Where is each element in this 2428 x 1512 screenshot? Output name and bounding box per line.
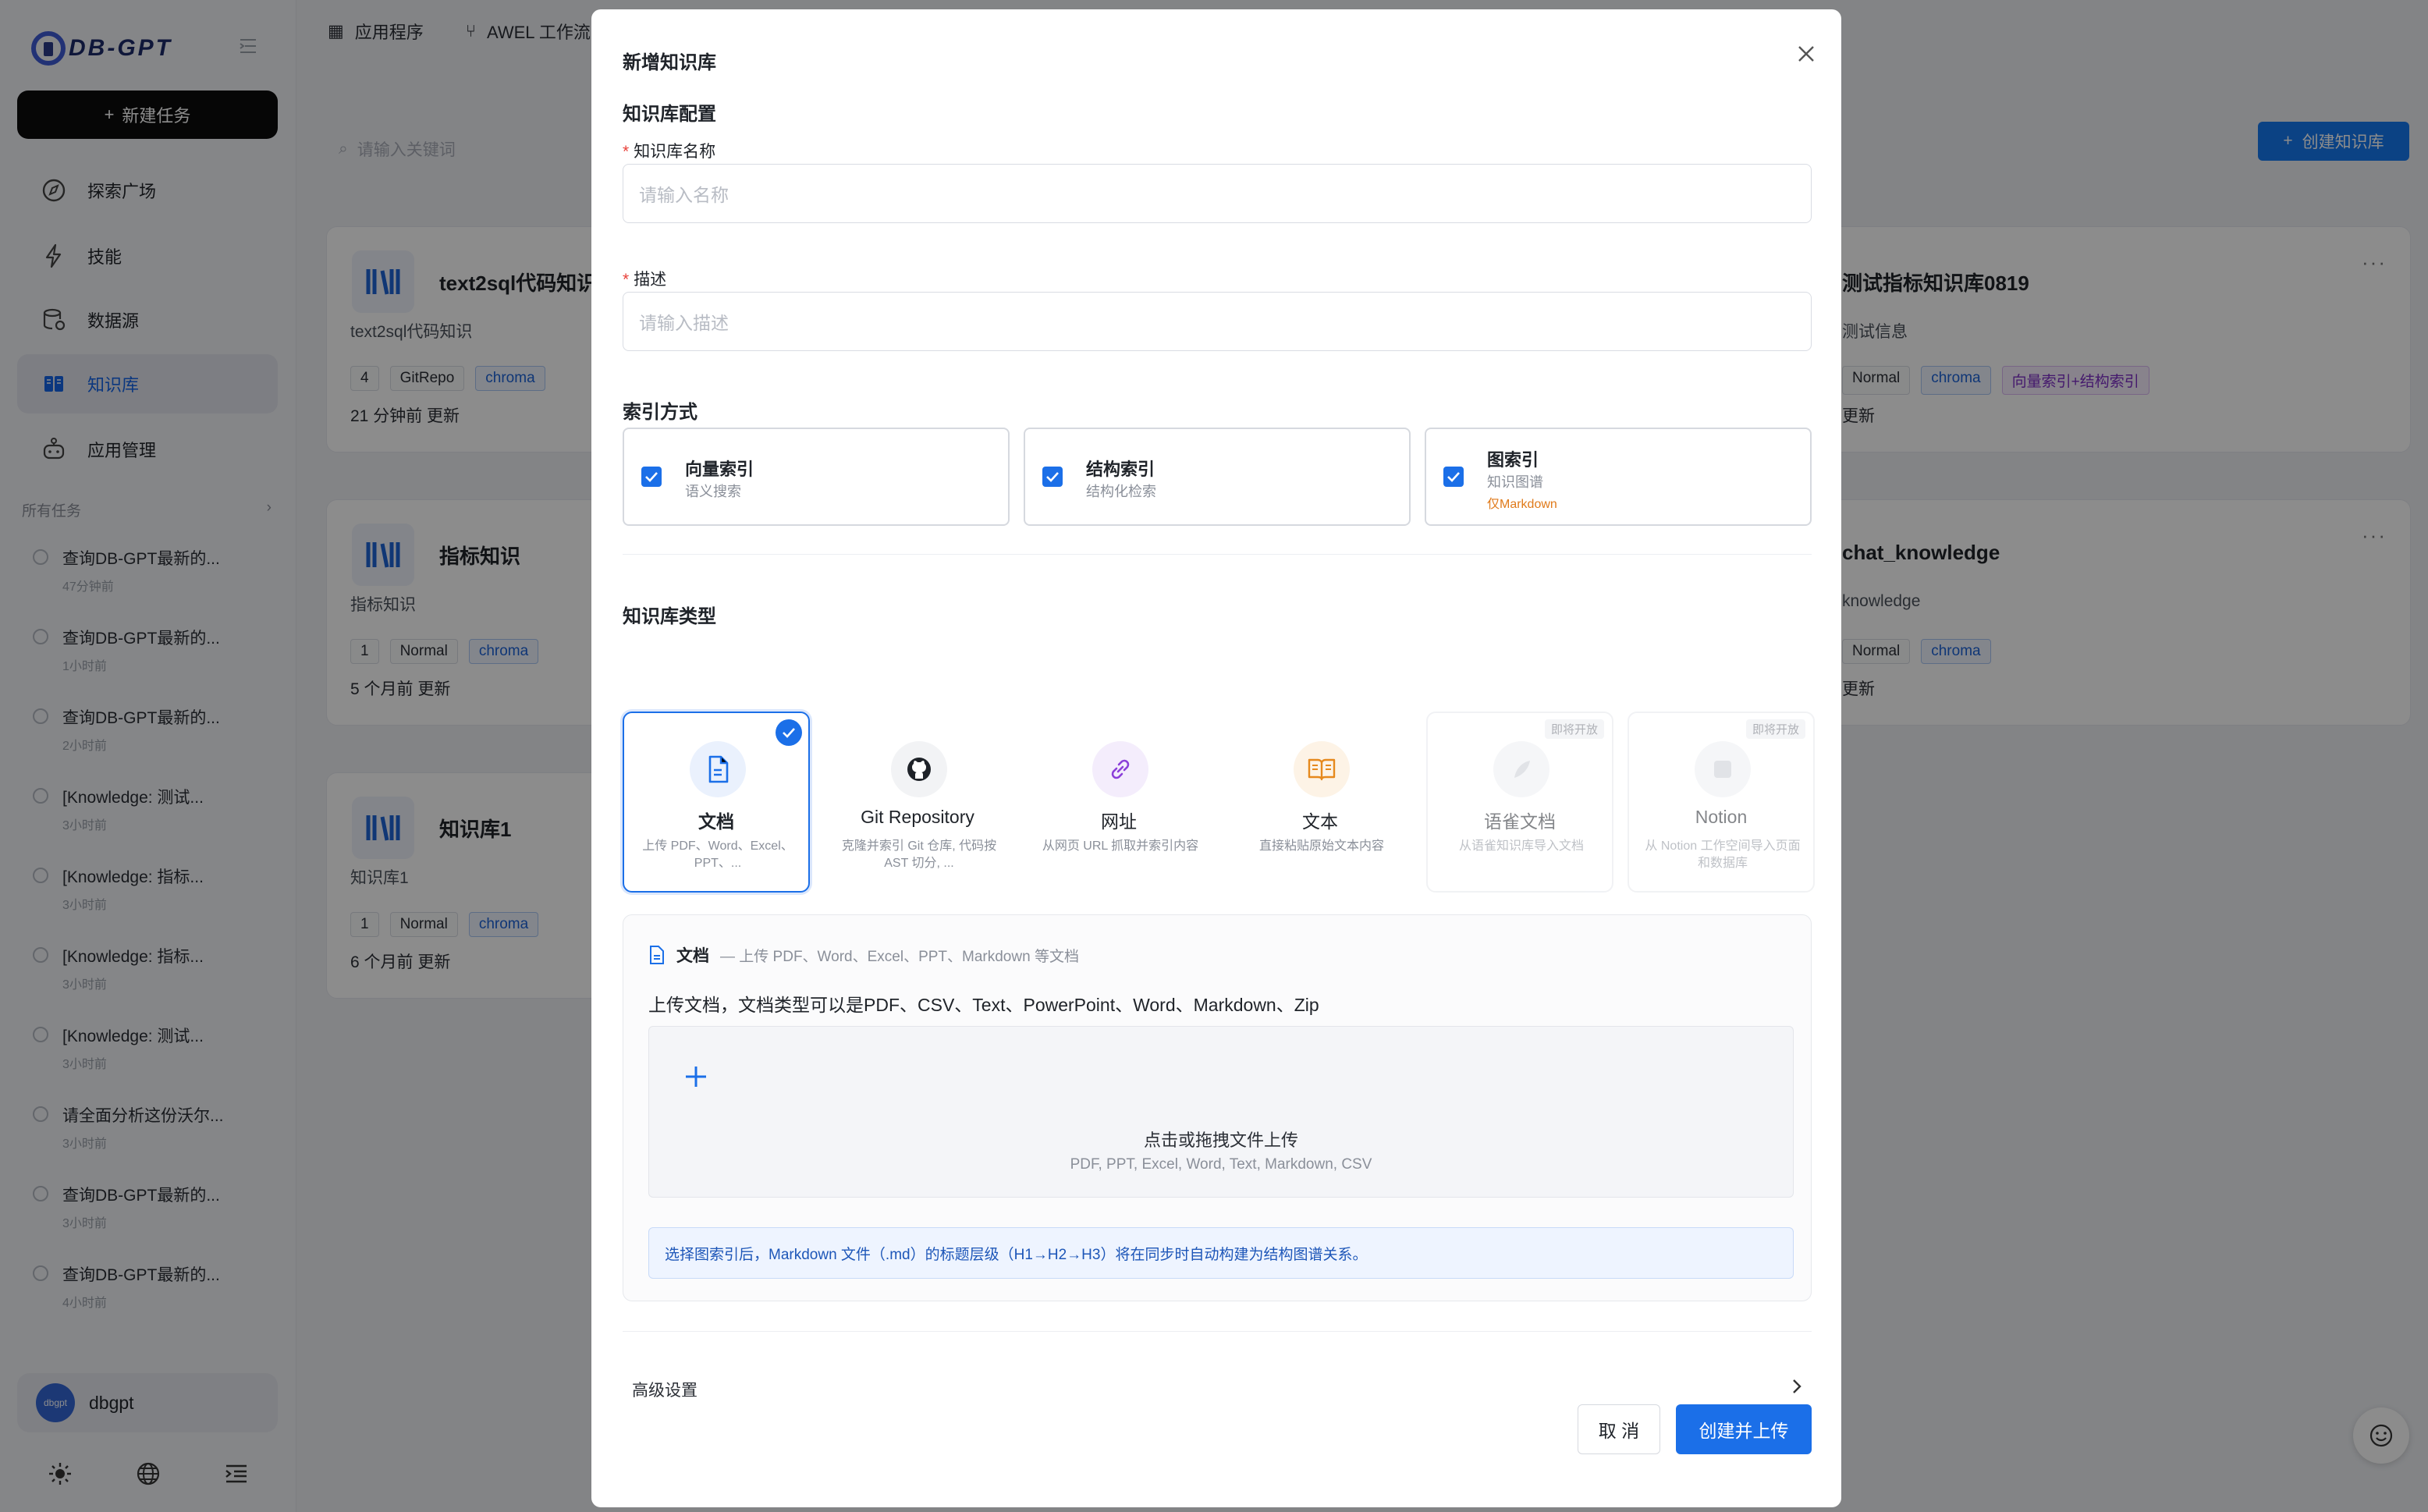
name-label: * 知识库名称 — [623, 143, 716, 161]
desc-input[interactable]: 请输入描述 — [623, 292, 1812, 351]
divider — [623, 1331, 1812, 1332]
advanced-settings-toggle[interactable]: 高级设置 — [632, 1378, 698, 1401]
desc-label: * 描述 — [623, 271, 667, 289]
cancel-button[interactable]: 取 消 — [1578, 1404, 1660, 1454]
github-icon — [891, 741, 947, 797]
type-option-yuque: 即将开放 语雀文档 从语雀知识库导入文档 — [1426, 712, 1613, 893]
section-type: 知识库类型 — [623, 606, 716, 627]
checkbox-checked-icon[interactable] — [1443, 467, 1464, 487]
graph-index-info: 选择图索引后，Markdown 文件（.md）的标题层级（H1→H2→H3）将在… — [648, 1227, 1794, 1279]
coming-soon-badge: 即将开放 — [1745, 719, 1805, 739]
close-icon[interactable] — [1793, 41, 1819, 67]
document-icon — [650, 946, 664, 964]
upload-hint: 上传文档，文档类型可以是PDF、CSV、Text、PowerPoint、Word… — [648, 995, 1319, 1015]
type-option-url[interactable]: 网址 从网页 URL 抓取并索引内容 — [1025, 712, 1212, 893]
type-option-document[interactable]: 文档 上传 PDF、Word、Excel、PPT、... — [623, 712, 810, 893]
index-option-graph[interactable]: 图索引 知识图谱 仅Markdown — [1425, 428, 1812, 526]
divider — [623, 554, 1812, 555]
open-book-icon — [1294, 741, 1350, 797]
panel-header: 文档 — 上传 PDF、Word、Excel、PPT、Markdown 等文档 — [648, 943, 1079, 967]
checkbox-checked-icon[interactable] — [641, 467, 662, 487]
type-option-notion: 即将开放 Notion 从 Notion 工作空间导入页面和数据库 — [1628, 712, 1815, 893]
document-upload-panel: 文档 — 上传 PDF、Word、Excel、PPT、Markdown 等文档 … — [623, 914, 1812, 1301]
coming-soon-badge: 即将开放 — [1544, 719, 1604, 739]
chevron-right-icon[interactable] — [1788, 1376, 1805, 1397]
section-index: 索引方式 — [623, 402, 698, 423]
modal-title: 新增知识库 — [623, 52, 716, 73]
check-icon — [776, 719, 802, 746]
notion-icon — [1695, 741, 1751, 797]
section-config: 知识库配置 — [623, 104, 716, 125]
index-option-vector[interactable]: 向量索引 语义搜索 — [623, 428, 1010, 526]
link-icon — [1092, 741, 1148, 797]
create-and-upload-button[interactable]: 创建并上传 — [1676, 1404, 1812, 1454]
index-option-structure[interactable]: 结构索引 结构化检索 — [1024, 428, 1411, 526]
name-input[interactable]: 请输入名称 — [623, 164, 1812, 223]
type-option-text[interactable]: 文本 直接粘贴原始文本内容 — [1226, 712, 1414, 893]
plus-icon — [673, 1053, 719, 1100]
yuque-icon — [1493, 741, 1549, 797]
create-knowledge-modal: 新增知识库 知识库配置 * 知识库名称 请输入名称 * 描述 请输入描述 索引方式 … — [591, 9, 1841, 1507]
document-icon — [690, 741, 746, 797]
file-dropzone[interactable]: 点击或拖拽文件上传 PDF, PPT, Excel, Word, Text, M… — [648, 1026, 1794, 1198]
checkbox-checked-icon[interactable] — [1042, 467, 1063, 487]
type-option-git[interactable]: Git Repository 克隆并索引 Git 仓库, 代码按 AST 切分,… — [824, 712, 1011, 893]
